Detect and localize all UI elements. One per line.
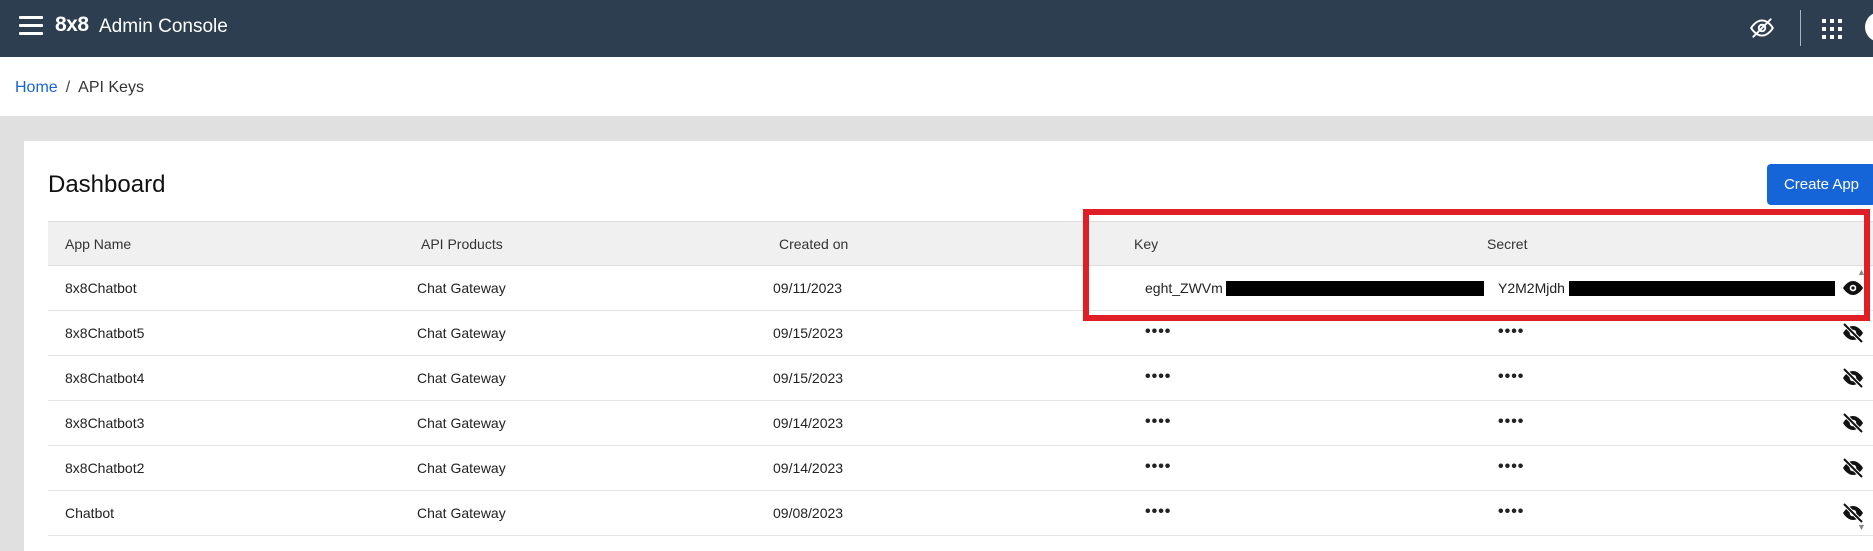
created-on-cell: 09/14/2023 (773, 415, 844, 431)
app-title: Admin Console (99, 16, 228, 37)
column-header-app-name[interactable]: App Name (65, 236, 131, 252)
eye-off-icon[interactable] (1841, 411, 1865, 435)
breadcrumb-bar: Home / API Keys (0, 57, 1873, 116)
scroll-up-arrow[interactable]: ▲ (1857, 267, 1866, 277)
dashboard-card: Dashboard Create App App Name API Produc… (24, 141, 1873, 551)
key-masked: •••• (1145, 368, 1172, 385)
api-products-cell: Chat Gateway (417, 325, 506, 341)
created-on-cell: 09/15/2023 (773, 370, 844, 386)
apps-grid-icon[interactable] (1822, 19, 1842, 39)
column-header-api-products[interactable]: API Products (421, 236, 503, 252)
table-row: 8x8Chatbot5 Chat Gateway 09/15/2023 •••• •••… (48, 311, 1873, 356)
key-masked: •••• (1145, 323, 1172, 340)
app-name-cell[interactable]: 8x8Chatbot2 (65, 460, 144, 476)
table-row: 8x8Chatbot2 Chat Gateway 09/14/2023 •••• •••… (48, 446, 1873, 491)
secret-cell: Y2M2Mjdh (1498, 280, 1565, 296)
column-header-secret[interactable]: Secret (1487, 236, 1527, 252)
eye-off-icon[interactable] (1841, 456, 1865, 480)
table-row: 8x8Chatbot3 Chat Gateway 09/14/2023 •••• •••… (48, 401, 1873, 446)
api-products-cell: Chat Gateway (417, 370, 506, 386)
eye-off-icon[interactable] (1841, 321, 1865, 345)
key-masked: •••• (1145, 503, 1172, 520)
eye-off-icon[interactable] (1841, 366, 1865, 390)
api-products-cell: Chat Gateway (417, 460, 506, 476)
table-row: Chatbot Chat Gateway 09/08/2023 •••• •••• (48, 491, 1873, 536)
breadcrumb-current: API Keys (78, 79, 144, 96)
created-on-cell: 09/14/2023 (773, 460, 844, 476)
app-name-cell[interactable]: 8x8Chatbot5 (65, 325, 144, 341)
app-name-cell[interactable]: 8x8Chatbot (65, 280, 137, 296)
table-row: 8x8Chatbot4 Chat Gateway 09/15/2023 •••• •••… (48, 356, 1873, 401)
secret-masked: •••• (1498, 413, 1525, 430)
header-divider (1800, 10, 1801, 46)
eye-off-icon[interactable] (1749, 15, 1775, 41)
api-keys-table: App Name API Products Created on Key Sec… (48, 221, 1873, 536)
created-on-cell: 09/11/2023 (773, 280, 843, 296)
menu-icon[interactable] (19, 16, 43, 36)
create-app-button[interactable]: Create App (1767, 164, 1873, 205)
api-products-cell: Chat Gateway (417, 415, 506, 431)
secret-masked: •••• (1498, 368, 1525, 385)
key-redaction (1226, 281, 1484, 296)
table-body: 8x8Chatbot Chat Gateway 09/11/2023 eght_ZWV… (48, 266, 1873, 536)
brand-logo[interactable]: 8x8 (55, 13, 89, 37)
avatar[interactable] (1865, 12, 1873, 42)
top-bar: 8x8 Admin Console (0, 0, 1873, 57)
breadcrumb-home-link[interactable]: Home (15, 79, 58, 96)
breadcrumb-separator: / (65, 79, 71, 96)
scroll-down-arrow[interactable]: ▼ (1857, 522, 1866, 532)
secret-masked: •••• (1498, 503, 1525, 520)
secret-redaction (1569, 281, 1835, 296)
table-header: App Name API Products Created on Key Sec… (48, 221, 1873, 266)
created-on-cell: 09/08/2023 (773, 505, 844, 521)
api-products-cell: Chat Gateway (417, 280, 506, 296)
app-name-cell[interactable]: Chatbot (65, 505, 114, 521)
breadcrumb: Home / API Keys (15, 79, 144, 97)
app-name-cell[interactable]: 8x8Chatbot4 (65, 370, 144, 386)
eye-icon[interactable] (1841, 276, 1865, 300)
page-title: Dashboard (48, 171, 166, 198)
key-cell: eght_ZWVm (1145, 280, 1223, 296)
column-header-created-on[interactable]: Created on (779, 236, 848, 252)
column-header-key[interactable]: Key (1134, 236, 1158, 252)
secret-masked: •••• (1498, 323, 1525, 340)
created-on-cell: 09/15/2023 (773, 325, 844, 341)
app-name-cell[interactable]: 8x8Chatbot3 (65, 415, 144, 431)
key-masked: •••• (1145, 413, 1172, 430)
api-products-cell: Chat Gateway (417, 505, 506, 521)
table-row: 8x8Chatbot Chat Gateway 09/11/2023 eght_ZWV… (48, 266, 1873, 311)
secret-masked: •••• (1498, 458, 1525, 475)
key-masked: •••• (1145, 458, 1172, 475)
